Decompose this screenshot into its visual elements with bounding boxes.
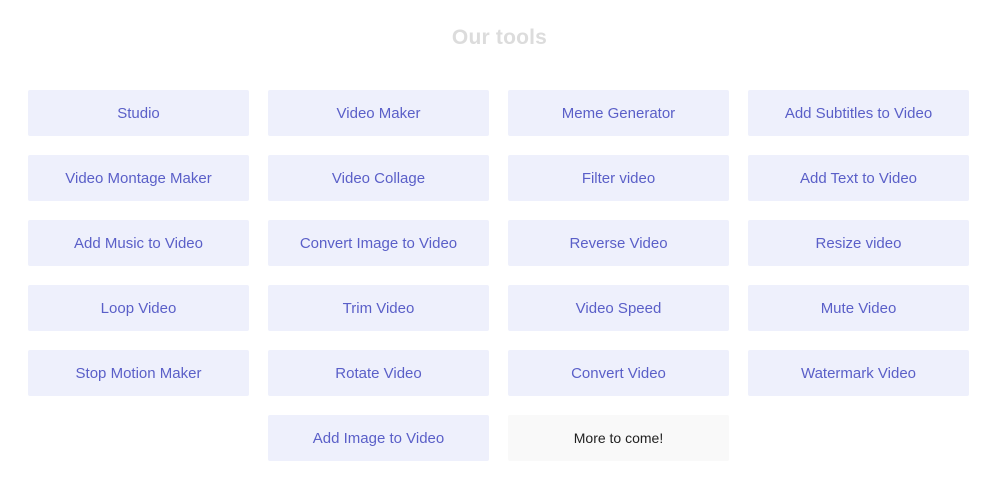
tool-video-maker[interactable]: Video Maker — [268, 90, 489, 136]
tool-add-image-to-video[interactable]: Add Image to Video — [268, 415, 489, 461]
tool-convert-video[interactable]: Convert Video — [508, 350, 729, 396]
tool-watermark-video[interactable]: Watermark Video — [748, 350, 969, 396]
tool-video-collage[interactable]: Video Collage — [268, 155, 489, 201]
tools-grid: Studio Video Maker Meme Generator Add Su… — [28, 90, 969, 461]
tool-studio[interactable]: Studio — [28, 90, 249, 136]
tool-convert-image-to-video[interactable]: Convert Image to Video — [268, 220, 489, 266]
tool-meme-generator[interactable]: Meme Generator — [508, 90, 729, 136]
tools-section: Our tools Studio Video Maker Meme Genera… — [0, 0, 999, 496]
tool-add-music-to-video[interactable]: Add Music to Video — [28, 220, 249, 266]
tool-mute-video[interactable]: Mute Video — [748, 285, 969, 331]
tool-resize-video[interactable]: Resize video — [748, 220, 969, 266]
tool-rotate-video[interactable]: Rotate Video — [268, 350, 489, 396]
section-title: Our tools — [451, 26, 548, 49]
tool-stop-motion-maker[interactable]: Stop Motion Maker — [28, 350, 249, 396]
tool-filter-video[interactable]: Filter video — [508, 155, 729, 201]
tool-trim-video[interactable]: Trim Video — [268, 285, 489, 331]
more-to-come-label: More to come! — [508, 415, 729, 461]
tool-loop-video[interactable]: Loop Video — [28, 285, 249, 331]
tool-video-speed[interactable]: Video Speed — [508, 285, 729, 331]
tool-video-montage-maker[interactable]: Video Montage Maker — [28, 155, 249, 201]
tool-add-subtitles-to-video[interactable]: Add Subtitles to Video — [748, 90, 969, 136]
tool-reverse-video[interactable]: Reverse Video — [508, 220, 729, 266]
tool-add-text-to-video[interactable]: Add Text to Video — [748, 155, 969, 201]
